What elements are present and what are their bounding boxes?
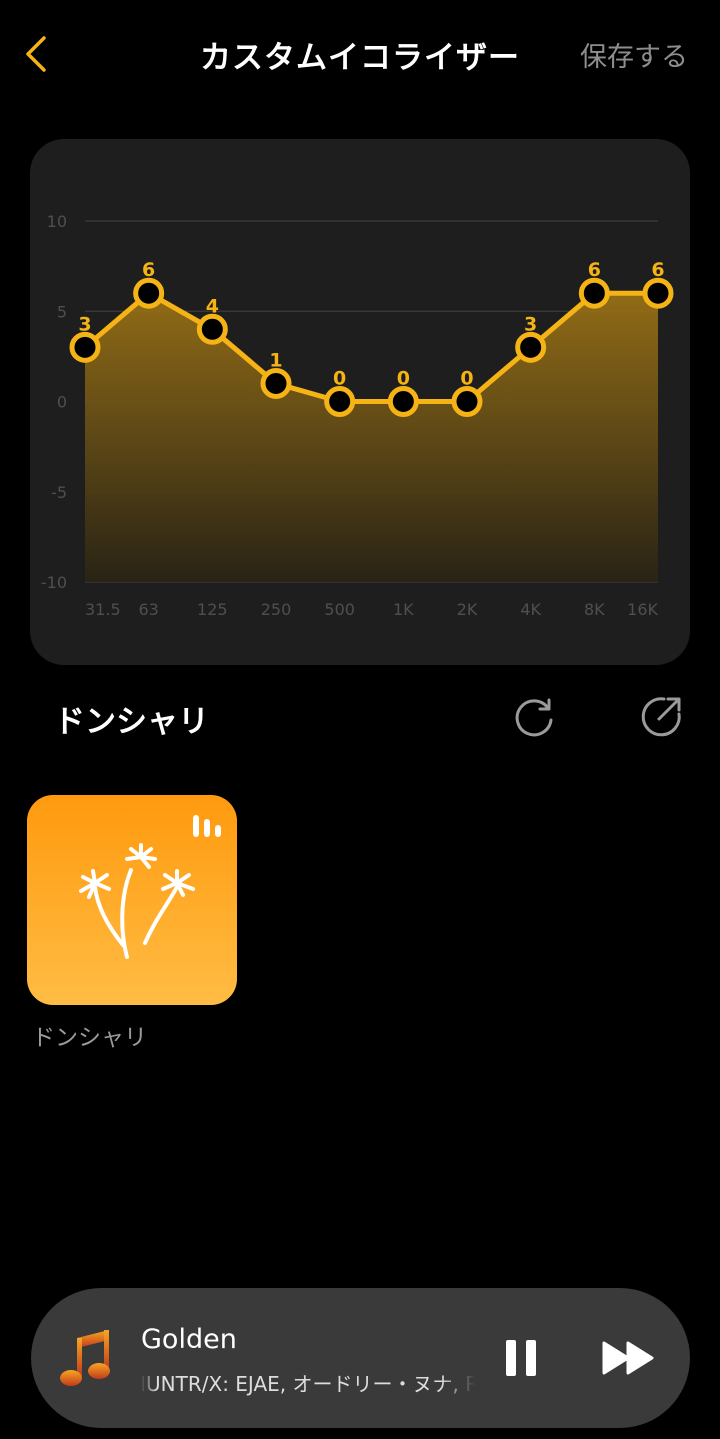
fireworks-icon [79,843,195,959]
mini-player[interactable]: Golden HUNTR/X: EJAE, オードリー・ヌナ, REI AMI … [31,1288,690,1428]
x-tick-label: 4K [520,600,541,619]
x-tick-label: 125 [197,600,228,619]
header: カスタムイコライザー 保存する [0,0,720,110]
equalizer-chart-svg: 1050-5-10 36410 0 036 6 31.5 63 125 250 500 1K 2K… [41,212,674,619]
x-tick-label: 8K [584,600,605,619]
share-button[interactable] [640,694,684,738]
eq-value-label: 6 [588,259,601,281]
eq-band-handle[interactable] [387,386,419,417]
share-icon [641,697,681,737]
song-artist-marquee: HUNTR/X: EJAE, オードリー・ヌナ, REI AMI & KPop … [141,1368,475,1398]
eq-band-handle[interactable] [196,313,228,345]
x-tick-label: 1K [393,600,414,619]
reset-button[interactable] [512,694,556,738]
eq-value-label: 0 [460,368,473,390]
eq-band-handle[interactable] [260,367,292,399]
y-tick-label: 5 [57,302,67,321]
x-tick-label: 63 [138,600,158,619]
x-tick-label: 16K [627,600,658,619]
pause-icon [506,1340,536,1376]
eq-band-handle[interactable] [133,277,165,309]
preset-tile[interactable] [27,795,237,1005]
preset-tile-label: ドンシャリ [32,1025,147,1051]
eq-band-handle[interactable] [578,277,610,309]
eq-value-label: 3 [524,313,537,335]
preset-row: ドンシャリ [0,690,720,746]
song-title: Golden [141,1324,237,1355]
equalizer-chart: 10 5 0 -5 -10 3641000366 31.5 63 125 250 500 1K 2K… [30,139,690,665]
y-tick-label: 10 [47,212,67,231]
y-tick-label: -5 [51,483,67,502]
eq-area [85,293,658,582]
eq-band-handle[interactable] [451,386,483,417]
eq-band-handle[interactable] [324,386,356,417]
refresh-icon [515,698,553,737]
eq-value-label: 6 [142,259,155,281]
eq-band-handle[interactable] [515,331,547,363]
eq-value-label: 0 [397,368,410,390]
x-tick-label: 250 [261,600,292,619]
x-tick-label: 500 [324,600,355,619]
x-tick-label: 2K [457,600,478,619]
save-button[interactable]: 保存する [580,35,688,74]
eq-value-label: 3 [78,313,91,335]
eq-value-label: 1 [269,349,282,371]
y-tick-label: 0 [57,393,67,412]
song-artist: HUNTR/X: EJAE, オードリー・ヌナ, REI AMI & KPop … [141,1372,475,1396]
eq-value-label: 6 [651,259,664,281]
preset-name: ドンシャリ [54,704,209,740]
eq-value-label: 4 [206,295,219,317]
eq-value-label: 0 [333,368,346,390]
eq-band-handle[interactable] [69,331,101,363]
eq-band-handle[interactable] [642,277,674,309]
fast-forward-icon [602,1341,654,1375]
next-button[interactable] [601,1340,657,1376]
pause-button[interactable] [503,1336,539,1380]
music-note-icon [60,1330,110,1386]
y-tick-label: -10 [41,573,67,592]
x-tick-label: 31.5 [85,600,121,619]
